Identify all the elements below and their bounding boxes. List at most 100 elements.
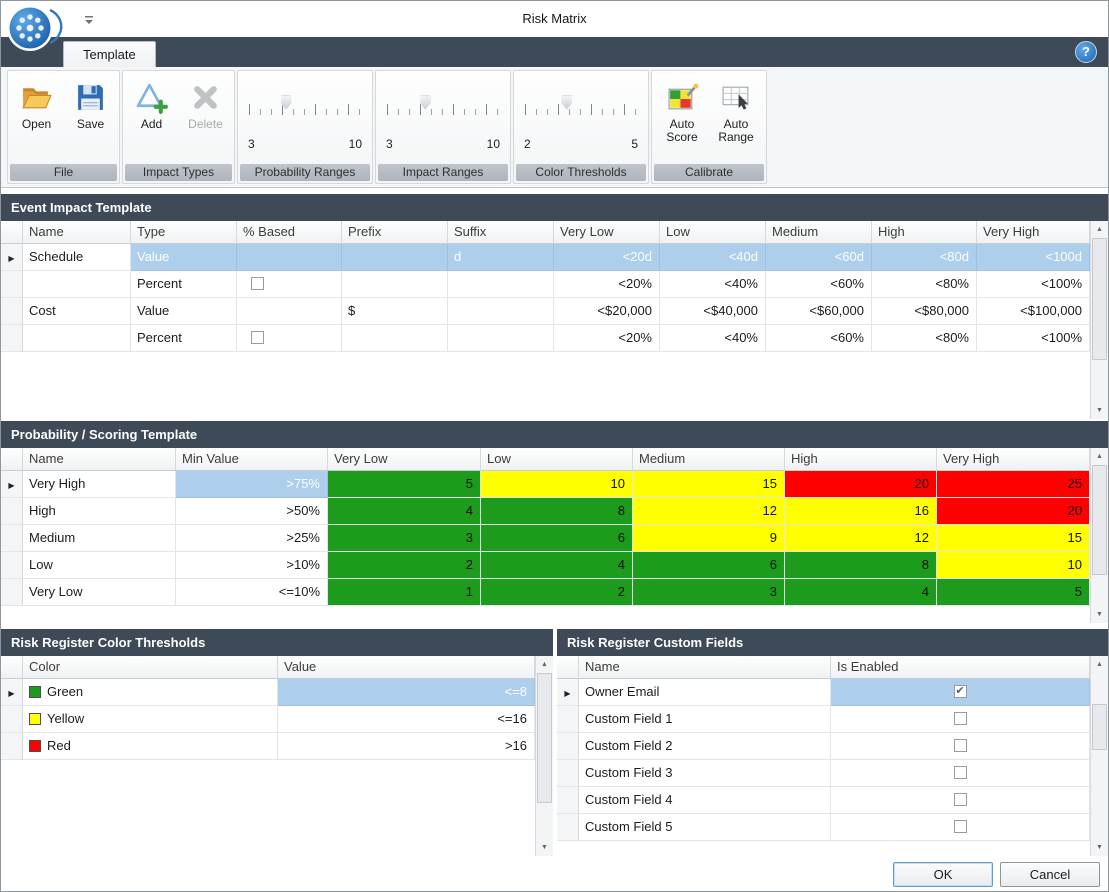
- cell-name[interactable]: High: [23, 498, 176, 525]
- column-header-min-value[interactable]: Min Value: [176, 448, 328, 471]
- column-header-medium[interactable]: Medium: [766, 221, 872, 244]
- cell-prefix[interactable]: [342, 271, 448, 298]
- is-enabled-checkbox[interactable]: [954, 712, 967, 725]
- cell-min-value[interactable]: >25%: [176, 525, 328, 552]
- table-row[interactable]: Red >16: [1, 733, 535, 760]
- cell-prefix[interactable]: $: [342, 298, 448, 325]
- vertical-scrollbar[interactable]: ▲ ▼: [535, 656, 553, 856]
- cell-min-value[interactable]: >75%: [176, 471, 328, 498]
- cell-name[interactable]: Custom Field 2: [579, 733, 831, 760]
- cell-medium[interactable]: <60%: [766, 271, 872, 298]
- cell-pct-based[interactable]: [237, 244, 342, 271]
- row-selector-cell[interactable]: [1, 525, 23, 552]
- cell-color[interactable]: Red: [23, 733, 278, 760]
- score-cell[interactable]: 8: [785, 552, 937, 579]
- scroll-down-button[interactable]: ▼: [1091, 402, 1108, 419]
- help-button[interactable]: ?: [1075, 41, 1097, 63]
- score-cell[interactable]: 25: [937, 471, 1090, 498]
- save-button[interactable]: Save: [65, 76, 117, 131]
- scrollbar-thumb[interactable]: [1092, 704, 1107, 750]
- score-cell[interactable]: 2: [481, 579, 633, 606]
- score-cell[interactable]: 12: [785, 525, 937, 552]
- table-row[interactable]: Percent <20% <40% <60% <80% <100%: [1, 325, 1090, 352]
- is-enabled-checkbox[interactable]: [954, 739, 967, 752]
- score-cell[interactable]: 20: [785, 471, 937, 498]
- cell-name[interactable]: Very Low: [23, 579, 176, 606]
- table-row[interactable]: Yellow <=16: [1, 706, 535, 733]
- cell-min-value[interactable]: >10%: [176, 552, 328, 579]
- score-cell[interactable]: 1: [328, 579, 481, 606]
- auto-range-button[interactable]: Auto Range: [710, 76, 762, 144]
- score-cell[interactable]: 3: [328, 525, 481, 552]
- is-enabled-checkbox[interactable]: [954, 766, 967, 779]
- vertical-scrollbar[interactable]: ▲ ▼: [1090, 221, 1108, 419]
- score-cell[interactable]: 10: [937, 552, 1090, 579]
- cell-name[interactable]: Custom Field 3: [579, 760, 831, 787]
- cell-name[interactable]: Schedule: [23, 244, 131, 271]
- table-row[interactable]: Cost Value $ <$20,000 <$40,000 <$60,000 …: [1, 298, 1090, 325]
- row-selector-cell[interactable]: [557, 814, 579, 841]
- row-selector-cell[interactable]: [1, 325, 23, 352]
- cell-min-value[interactable]: >50%: [176, 498, 328, 525]
- table-row[interactable]: ▶ Green <=8: [1, 679, 535, 706]
- pct-based-checkbox[interactable]: [251, 331, 264, 344]
- score-cell[interactable]: 16: [785, 498, 937, 525]
- score-cell[interactable]: 9: [633, 525, 785, 552]
- row-selector-cell[interactable]: [557, 760, 579, 787]
- auto-score-button[interactable]: Auto Score: [656, 76, 708, 144]
- column-header-medium[interactable]: Medium: [633, 448, 785, 471]
- score-cell[interactable]: 15: [937, 525, 1090, 552]
- scroll-up-button[interactable]: ▲: [1091, 656, 1108, 673]
- column-header-color[interactable]: Color: [23, 656, 278, 679]
- column-header-name[interactable]: Name: [579, 656, 831, 679]
- table-row[interactable]: ▶ Schedule Value d <20d <40d <60d <80d <…: [1, 244, 1090, 271]
- scroll-down-button[interactable]: ▼: [536, 839, 553, 856]
- row-selector-cell[interactable]: [557, 706, 579, 733]
- cell-value[interactable]: >16: [278, 733, 535, 760]
- impact-ranges-slider[interactable]: [384, 95, 502, 119]
- score-cell[interactable]: 5: [328, 471, 481, 498]
- row-selector-cell[interactable]: [1, 579, 23, 606]
- probability-ranges-slider[interactable]: [246, 95, 364, 119]
- table-row[interactable]: ▶ Very High >75% 5 10 15 20 25: [1, 471, 1090, 498]
- scrollbar-thumb[interactable]: [537, 673, 552, 803]
- app-logo-icon[interactable]: [6, 4, 54, 52]
- column-header-very-high[interactable]: Very High: [977, 221, 1090, 244]
- column-header-type[interactable]: Type: [131, 221, 237, 244]
- score-cell[interactable]: 4: [328, 498, 481, 525]
- cell-low[interactable]: <40%: [660, 271, 766, 298]
- cell-name[interactable]: [23, 325, 131, 352]
- cell-name[interactable]: Medium: [23, 525, 176, 552]
- cell-very-high[interactable]: <100%: [977, 325, 1090, 352]
- cell-prefix[interactable]: [342, 244, 448, 271]
- pct-based-checkbox[interactable]: [251, 277, 264, 290]
- score-cell[interactable]: 6: [481, 525, 633, 552]
- column-header-prefix[interactable]: Prefix: [342, 221, 448, 244]
- score-cell[interactable]: 5: [937, 579, 1090, 606]
- vertical-scrollbar[interactable]: ▲ ▼: [1090, 656, 1108, 856]
- scroll-up-button[interactable]: ▲: [1091, 221, 1108, 238]
- cell-high[interactable]: <80%: [872, 325, 977, 352]
- table-row[interactable]: Custom Field 4: [557, 787, 1090, 814]
- column-header-value[interactable]: Value: [278, 656, 535, 679]
- table-row[interactable]: High >50% 4 8 12 16 20: [1, 498, 1090, 525]
- column-header-very-low[interactable]: Very Low: [554, 221, 660, 244]
- row-selector-cell[interactable]: [1, 706, 23, 733]
- cell-name[interactable]: Very High: [23, 471, 176, 498]
- vertical-scrollbar[interactable]: ▲ ▼: [1090, 448, 1108, 623]
- cell-very-low[interactable]: <20d: [554, 244, 660, 271]
- column-header-name[interactable]: Name: [23, 221, 131, 244]
- score-cell[interactable]: 10: [481, 471, 633, 498]
- cell-very-high[interactable]: <100d: [977, 244, 1090, 271]
- cell-low[interactable]: <$40,000: [660, 298, 766, 325]
- cell-suffix[interactable]: [448, 271, 554, 298]
- is-enabled-checkbox[interactable]: [954, 793, 967, 806]
- row-selector-cell[interactable]: [1, 552, 23, 579]
- table-row[interactable]: Medium >25% 3 6 9 12 15: [1, 525, 1090, 552]
- cell-value[interactable]: <=16: [278, 706, 535, 733]
- scroll-up-button[interactable]: ▲: [1091, 448, 1108, 465]
- row-selector-cell[interactable]: [1, 298, 23, 325]
- table-row[interactable]: ▶ Owner Email: [557, 679, 1090, 706]
- score-cell[interactable]: 3: [633, 579, 785, 606]
- cancel-button[interactable]: Cancel: [1000, 862, 1100, 887]
